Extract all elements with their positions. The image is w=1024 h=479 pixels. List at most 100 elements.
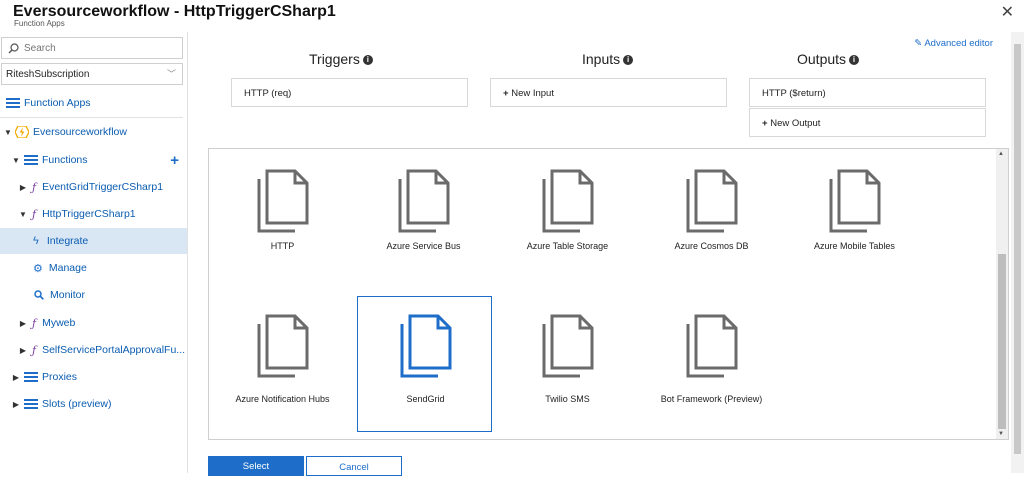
search-icon <box>8 42 19 53</box>
document-icon <box>686 314 738 378</box>
caret-down-icon: ▼ <box>19 209 27 219</box>
close-icon[interactable]: ✕ <box>1001 2 1014 22</box>
search-input[interactable] <box>24 42 174 54</box>
trigger-http-req[interactable]: HTTP (req) <box>231 78 468 107</box>
sidebar-item-proxies[interactable]: ▶ Proxies <box>0 364 187 390</box>
sidebar-item-label: Functions <box>42 154 88 166</box>
tile-label: Azure Mobile Tables <box>814 241 895 251</box>
sidebar-item-label: EventGridTriggerCSharp1 <box>42 181 164 193</box>
blade-header: Eversourceworkflow - HttpTriggerCSharp1 … <box>0 0 1024 32</box>
document-icon <box>542 169 594 233</box>
list-icon <box>24 398 38 410</box>
sidebar-item-label: SelfServicePortalApprovalFu... <box>42 344 186 356</box>
list-icon <box>24 154 38 166</box>
info-icon[interactable]: i <box>623 55 634 66</box>
new-output-button[interactable]: + New Output <box>749 108 986 137</box>
sidebar-item-label: HttpTriggerCSharp1 <box>42 208 136 220</box>
tile-bot-framework[interactable]: Bot Framework (Preview) <box>644 296 779 432</box>
page-subtitle: Function Apps <box>14 19 65 28</box>
page-scrollbar[interactable] <box>1011 32 1024 473</box>
function-icon: ƒ <box>32 316 37 330</box>
sidebar-item-selfservice[interactable]: ▶ ƒ SelfServicePortalApprovalFu... <box>0 337 187 363</box>
document-icon <box>257 169 309 233</box>
caret-down-icon: ▼ <box>12 155 20 165</box>
sidebar-item-functions[interactable]: ▼ Functions + <box>0 147 187 173</box>
subscription-value: RiteshSubscription <box>6 69 90 80</box>
cancel-button[interactable]: Cancel <box>306 456 402 476</box>
list-icon <box>24 371 38 383</box>
triggers-heading: Triggers i <box>309 51 373 67</box>
chevron-down-icon: ﹀ <box>166 69 176 79</box>
scrollbar-thumb[interactable] <box>998 254 1006 429</box>
sidebar-item-label: Monitor <box>50 289 86 301</box>
document-icon <box>542 314 594 378</box>
sidebar-item-app[interactable]: ▼ Eversourceworkflow <box>0 119 187 145</box>
sidebar-item-label: Slots (preview) <box>42 398 112 410</box>
gear-icon: ⚙ <box>33 262 43 275</box>
sidebar-item-manage[interactable]: ⚙ Manage <box>0 255 187 281</box>
tile-label: Azure Cosmos DB <box>674 241 749 251</box>
sidebar-item-label: Proxies <box>42 371 78 383</box>
sidebar-item-label: Eversourceworkflow <box>33 126 127 138</box>
integrate-panel: ✎ Advanced editor Triggers i Inputs i Outp… <box>189 32 1011 476</box>
document-icon <box>257 314 309 378</box>
function-app-icon <box>15 126 29 138</box>
lightning-icon: ϟ <box>33 235 39 247</box>
caret-right-icon: ▶ <box>19 182 27 192</box>
document-icon <box>829 169 881 233</box>
tile-azure-cosmos-db[interactable]: Azure Cosmos DB <box>644 157 779 293</box>
sidebar-item-function-apps[interactable]: Function Apps <box>0 90 187 116</box>
caret-right-icon: ▶ <box>19 345 27 355</box>
tile-azure-notification-hubs[interactable]: Azure Notification Hubs <box>215 296 350 432</box>
select-button[interactable]: Select <box>208 456 304 476</box>
search-box[interactable] <box>1 37 183 59</box>
caret-right-icon: ▶ <box>12 372 20 382</box>
tile-azure-mobile-tables[interactable]: Azure Mobile Tables <box>787 157 922 293</box>
sidebar-item-eventgrid[interactable]: ▶ ƒ EventGridTriggerCSharp1 <box>0 174 187 200</box>
edit-icon: ✎ <box>914 38 923 49</box>
inputs-heading: Inputs i <box>582 51 634 67</box>
output-http-return[interactable]: HTTP ($return) <box>749 78 986 107</box>
binding-template-grid: HTTP Azure Service Bus Azure Table Stora… <box>208 148 1009 440</box>
document-icon <box>686 169 738 233</box>
function-icon: ƒ <box>32 343 37 357</box>
sidebar-item-httptrigger[interactable]: ▼ ƒ HttpTriggerCSharp1 <box>0 201 187 227</box>
plus-icon: + <box>503 88 509 99</box>
advanced-editor-link[interactable]: ✎ Advanced editor <box>914 38 993 49</box>
tile-label: SendGrid <box>406 394 445 404</box>
new-input-button[interactable]: + New Input <box>490 78 727 107</box>
tile-azure-service-bus[interactable]: Azure Service Bus <box>356 157 491 293</box>
tile-twilio-sms[interactable]: Twilio SMS <box>500 296 635 432</box>
add-function-icon[interactable]: + <box>170 152 179 169</box>
scroll-down-icon[interactable]: ▼ <box>998 431 1004 437</box>
function-icon: ƒ <box>32 207 37 221</box>
sidebar: RiteshSubscription ﹀ Function Apps ▼ Eve… <box>0 32 188 473</box>
grid-scrollbar[interactable]: ▲ ▼ <box>996 149 1008 439</box>
tile-azure-table-storage[interactable]: Azure Table Storage <box>500 157 635 293</box>
tile-label: Azure Service Bus <box>386 241 461 251</box>
sidebar-item-label: Myweb <box>42 317 76 329</box>
sidebar-item-label: Integrate <box>46 235 89 247</box>
sidebar-item-label: Manage <box>48 262 87 274</box>
scroll-up-icon[interactable]: ▲ <box>998 151 1004 157</box>
subscription-select[interactable]: RiteshSubscription ﹀ <box>1 63 183 85</box>
divider <box>0 117 183 118</box>
search-icon <box>34 290 44 300</box>
plus-icon: + <box>762 118 768 129</box>
info-icon[interactable]: i <box>362 55 373 66</box>
tile-label: Twilio SMS <box>545 394 590 404</box>
tile-label: Bot Framework (Preview) <box>660 394 763 404</box>
sidebar-item-monitor[interactable]: Monitor <box>0 282 187 308</box>
sidebar-item-label: Function Apps <box>24 97 91 109</box>
outputs-heading: Outputs i <box>797 51 860 67</box>
scrollbar-thumb[interactable] <box>1014 44 1021 454</box>
function-icon: ƒ <box>32 180 37 194</box>
sidebar-item-slots[interactable]: ▶ Slots (preview) <box>0 391 187 417</box>
info-icon[interactable]: i <box>849 55 860 66</box>
tile-http[interactable]: HTTP <box>215 157 350 293</box>
tile-sendgrid[interactable]: SendGrid <box>357 296 492 432</box>
sidebar-item-integrate[interactable]: ϟ Integrate <box>0 228 187 254</box>
document-icon <box>400 314 452 378</box>
sidebar-item-myweb[interactable]: ▶ ƒ Myweb <box>0 310 187 336</box>
tile-label: HTTP <box>270 241 295 251</box>
